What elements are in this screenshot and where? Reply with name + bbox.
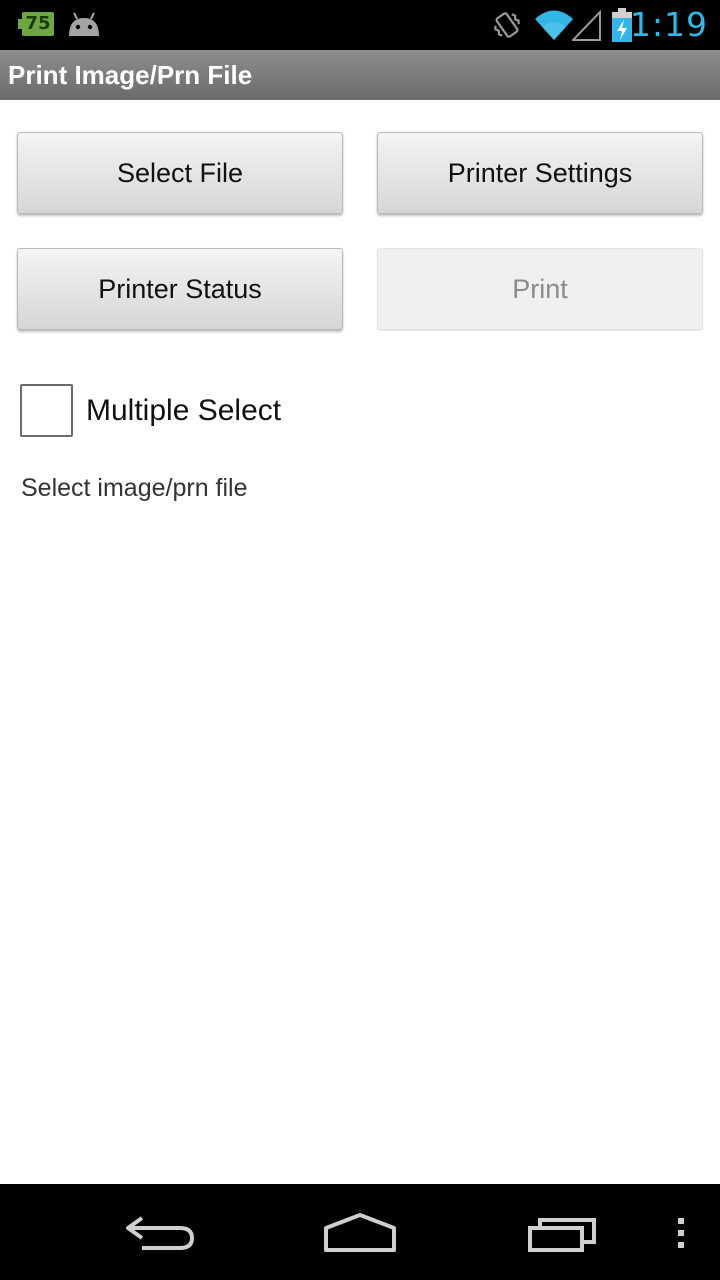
file-hint-text: Select image/prn file: [21, 474, 248, 502]
android-icon: [69, 12, 99, 36]
app-title: Print Image/Prn File: [8, 60, 253, 90]
navigation-bar: [0, 1184, 720, 1280]
select-file-button[interactable]: Select File: [17, 132, 343, 214]
wifi-icon: [535, 10, 573, 40]
screen: 75 1:19 Print Image/Prn File Select File…: [0, 0, 720, 1280]
battery-notification-icon: 75: [18, 12, 54, 36]
signal-icon: [572, 9, 601, 41]
vibrate-icon: [494, 12, 520, 38]
action-bar: Print Image/Prn File: [0, 50, 720, 100]
print-button[interactable]: Print: [377, 248, 703, 330]
battery-notification-value: 75: [25, 13, 51, 34]
home-icon[interactable]: [322, 1212, 398, 1254]
recent-apps-icon[interactable]: [526, 1214, 600, 1254]
printer-status-button[interactable]: Printer Status: [17, 248, 343, 330]
multiple-select-checkbox[interactable]: [20, 384, 73, 437]
status-clock: 1:19: [629, 5, 708, 44]
status-bar: 75 1:19: [0, 0, 720, 50]
overflow-menu-icon[interactable]: [674, 1216, 688, 1250]
back-icon[interactable]: [122, 1212, 198, 1254]
multiple-select-label[interactable]: Multiple Select: [86, 382, 281, 440]
printer-settings-button[interactable]: Printer Settings: [377, 132, 703, 214]
